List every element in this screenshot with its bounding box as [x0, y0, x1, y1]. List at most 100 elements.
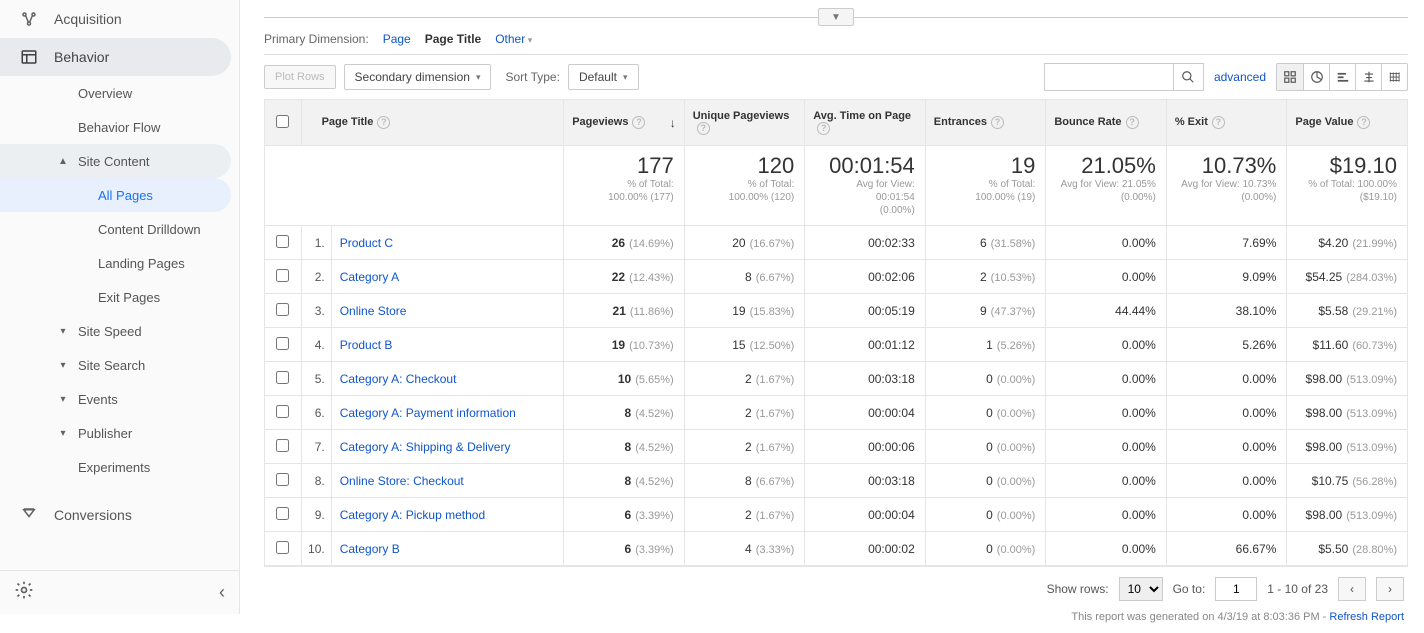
collapse-sidebar-icon[interactable]: ‹ — [219, 582, 225, 603]
row-index: 4. — [301, 328, 331, 362]
table-row: 3.Online Store21(11.86%)19(15.83%)00:05:… — [265, 294, 1408, 328]
help-icon[interactable]: ? — [632, 116, 645, 129]
row-checkbox[interactable] — [276, 337, 289, 350]
help-icon[interactable]: ? — [697, 122, 710, 135]
nav-all-pages[interactable]: All Pages — [0, 178, 231, 212]
pagination-range: 1 - 10 of 23 — [1267, 582, 1328, 596]
col-entrances[interactable]: Entrances? — [925, 100, 1046, 146]
advanced-filter-link[interactable]: advanced — [1214, 70, 1266, 84]
col-pageviews[interactable]: Pageviews? ↓ — [564, 100, 685, 146]
secondary-dimension-label: Secondary dimension — [355, 70, 470, 84]
row-checkbox[interactable] — [276, 269, 289, 282]
nav-exit-pages[interactable]: Exit Pages — [0, 280, 239, 314]
expand-chart-handle[interactable]: ▼ — [818, 8, 854, 26]
row-page-title-link[interactable]: Category A: Pickup method — [340, 508, 485, 522]
dim-other[interactable]: Other — [495, 32, 532, 46]
help-icon[interactable]: ? — [1126, 116, 1139, 129]
help-icon[interactable]: ? — [1357, 116, 1370, 129]
behavior-icon — [18, 46, 40, 68]
col-pct-exit[interactable]: % Exit? — [1166, 100, 1287, 146]
col-unique-pageviews[interactable]: Unique Pageviews? — [684, 100, 805, 146]
row-page-title-link[interactable]: Category A — [340, 270, 399, 284]
row-checkbox[interactable] — [276, 507, 289, 520]
sort-desc-icon: ↓ — [670, 116, 676, 130]
sum-pv: 177 — [574, 154, 674, 178]
nav-events[interactable]: ▾Events — [0, 382, 239, 416]
sum-upv: 120 — [695, 154, 795, 178]
table-footer: Show rows: 10 Go to: 1 - 10 of 23 ‹ › — [264, 566, 1408, 607]
help-icon[interactable]: ? — [377, 116, 390, 129]
view-comparison-icon[interactable] — [1355, 64, 1381, 90]
col-bounce-rate[interactable]: Bounce Rate? — [1046, 100, 1167, 146]
table-search-button[interactable] — [1174, 63, 1204, 91]
nav-publisher-label: Publisher — [78, 426, 132, 441]
row-index: 7. — [301, 430, 331, 464]
row-page-title-link[interactable]: Category A: Checkout — [340, 372, 457, 386]
row-page-title-link[interactable]: Category A: Shipping & Delivery — [340, 440, 511, 454]
col-checkbox[interactable] — [265, 100, 302, 146]
secondary-dimension-select[interactable]: Secondary dimension — [344, 64, 492, 90]
next-page-button[interactable]: › — [1376, 577, 1404, 601]
caret-up-icon: ▲ — [54, 156, 72, 167]
dim-page[interactable]: Page — [383, 32, 411, 46]
nav-publisher[interactable]: ▾Publisher — [0, 416, 239, 450]
sidebar: Acquisition Behavior Overview Behavior F… — [0, 0, 240, 614]
col-page-title[interactable]: Page Title? — [301, 100, 564, 146]
row-checkbox[interactable] — [276, 473, 289, 486]
nav-behavior-overview[interactable]: Overview — [0, 76, 239, 110]
nav-site-speed[interactable]: ▾Site Speed — [0, 314, 239, 348]
goto-input[interactable] — [1215, 577, 1257, 601]
dim-page-title[interactable]: Page Title — [425, 32, 481, 46]
row-page-title-link[interactable]: Online Store: Checkout — [340, 474, 464, 488]
nav-behavior-flow[interactable]: Behavior Flow — [0, 110, 239, 144]
view-bar-icon[interactable] — [1329, 64, 1355, 90]
row-checkbox[interactable] — [276, 303, 289, 316]
caret-down-icon: ▾ — [54, 360, 72, 371]
row-checkbox[interactable] — [276, 439, 289, 452]
col-pageviews-text: Pageviews — [572, 116, 628, 128]
row-checkbox[interactable] — [276, 371, 289, 384]
sum-exit: 10.73% — [1177, 154, 1277, 178]
row-checkbox[interactable] — [276, 235, 289, 248]
nav-site-speed-label: Site Speed — [78, 324, 142, 339]
sort-type-select[interactable]: Default — [568, 64, 639, 90]
sort-type-value: Default — [579, 70, 617, 84]
plot-rows-button[interactable]: Plot Rows — [264, 65, 336, 89]
row-checkbox[interactable] — [276, 541, 289, 554]
show-rows-select[interactable]: 10 — [1119, 577, 1163, 601]
prev-page-button[interactable]: ‹ — [1338, 577, 1366, 601]
nav-behavior[interactable]: Behavior — [0, 38, 231, 76]
table-row: 4.Product B19(10.73%)15(12.50%)00:01:121… — [265, 328, 1408, 362]
row-page-title-link[interactable]: Category B — [340, 542, 400, 556]
row-page-title-link[interactable]: Online Store — [340, 304, 407, 318]
nav-experiments[interactable]: Experiments — [0, 450, 239, 484]
nav-conversions-label: Conversions — [54, 507, 132, 523]
settings-gear-icon[interactable] — [14, 580, 34, 605]
row-page-title-link[interactable]: Category A: Payment information — [340, 406, 516, 420]
col-page-value[interactable]: Page Value? — [1287, 100, 1408, 146]
table-row: 10.Category B6(3.39%)4(3.33%)00:00:020(0… — [265, 532, 1408, 566]
help-icon[interactable]: ? — [1212, 116, 1225, 129]
goto-label: Go to: — [1173, 582, 1206, 596]
row-page-title-link[interactable]: Product C — [340, 236, 393, 250]
nav-landing-pages[interactable]: Landing Pages — [0, 246, 239, 280]
nav-acquisition[interactable]: Acquisition — [0, 0, 239, 38]
col-avg-time[interactable]: Avg. Time on Page? — [805, 100, 926, 146]
refresh-report-link[interactable]: Refresh Report — [1329, 611, 1404, 623]
nav-conversions[interactable]: Conversions — [0, 496, 239, 534]
select-all-checkbox[interactable] — [276, 115, 289, 128]
help-icon[interactable]: ? — [991, 116, 1004, 129]
row-checkbox[interactable] — [276, 405, 289, 418]
table-row: 6.Category A: Payment information8(4.52%… — [265, 396, 1408, 430]
view-pivot-icon[interactable] — [1381, 64, 1407, 90]
view-table-icon[interactable] — [1277, 64, 1303, 90]
help-icon[interactable]: ? — [817, 122, 830, 135]
nav-site-content[interactable]: ▲ Site Content — [0, 144, 231, 178]
row-page-title-link[interactable]: Product B — [340, 338, 393, 352]
table-search-input[interactable] — [1044, 63, 1174, 91]
nav-site-search[interactable]: ▾Site Search — [0, 348, 239, 382]
nav-content-drilldown[interactable]: Content Drilldown — [0, 212, 239, 246]
row-index: 3. — [301, 294, 331, 328]
caret-down-icon: ▾ — [54, 394, 72, 405]
view-pie-icon[interactable] — [1303, 64, 1329, 90]
